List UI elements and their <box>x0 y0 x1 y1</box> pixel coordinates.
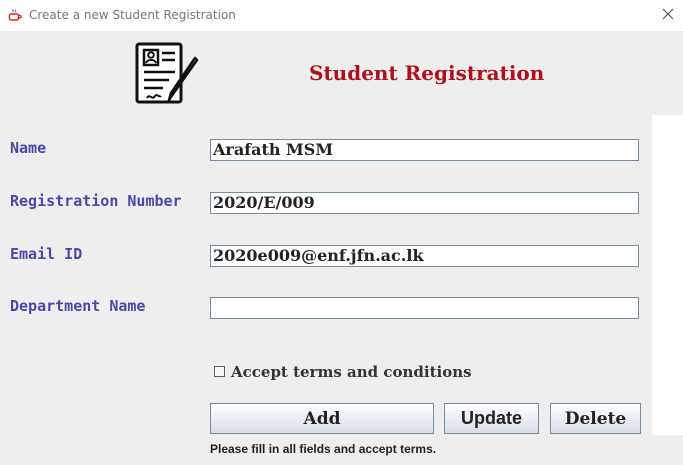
title-bar: Create a new Student Registration <box>0 0 683 31</box>
department-name-field[interactable] <box>210 297 639 319</box>
close-button[interactable] <box>653 0 683 31</box>
window-title: Create a new Student Registration <box>29 8 236 22</box>
java-app-icon <box>8 8 22 22</box>
side-panel <box>652 115 683 435</box>
registration-number-field[interactable]: 2020/E/009 <box>210 192 639 214</box>
status-message: Please fill in all fields and accept ter… <box>210 442 437 456</box>
update-button[interactable]: Update <box>444 403 539 434</box>
terms-label[interactable]: Accept terms and conditions <box>231 363 472 381</box>
name-label: Name <box>10 139 47 157</box>
registration-form-icon <box>133 40 203 108</box>
terms-checkbox[interactable] <box>214 366 225 377</box>
name-field[interactable]: Arafath MSM <box>210 139 639 161</box>
email-label: Email ID <box>10 245 83 263</box>
delete-button[interactable]: Delete <box>550 403 641 434</box>
department-name-label: Department Name <box>10 297 146 315</box>
registration-number-label: Registration Number <box>10 192 182 210</box>
page-title: Student Registration <box>309 61 545 85</box>
add-button[interactable]: Add <box>210 403 434 434</box>
close-icon <box>662 7 674 25</box>
email-field[interactable]: 2020e009@enf.jfn.ac.lk <box>210 245 639 267</box>
